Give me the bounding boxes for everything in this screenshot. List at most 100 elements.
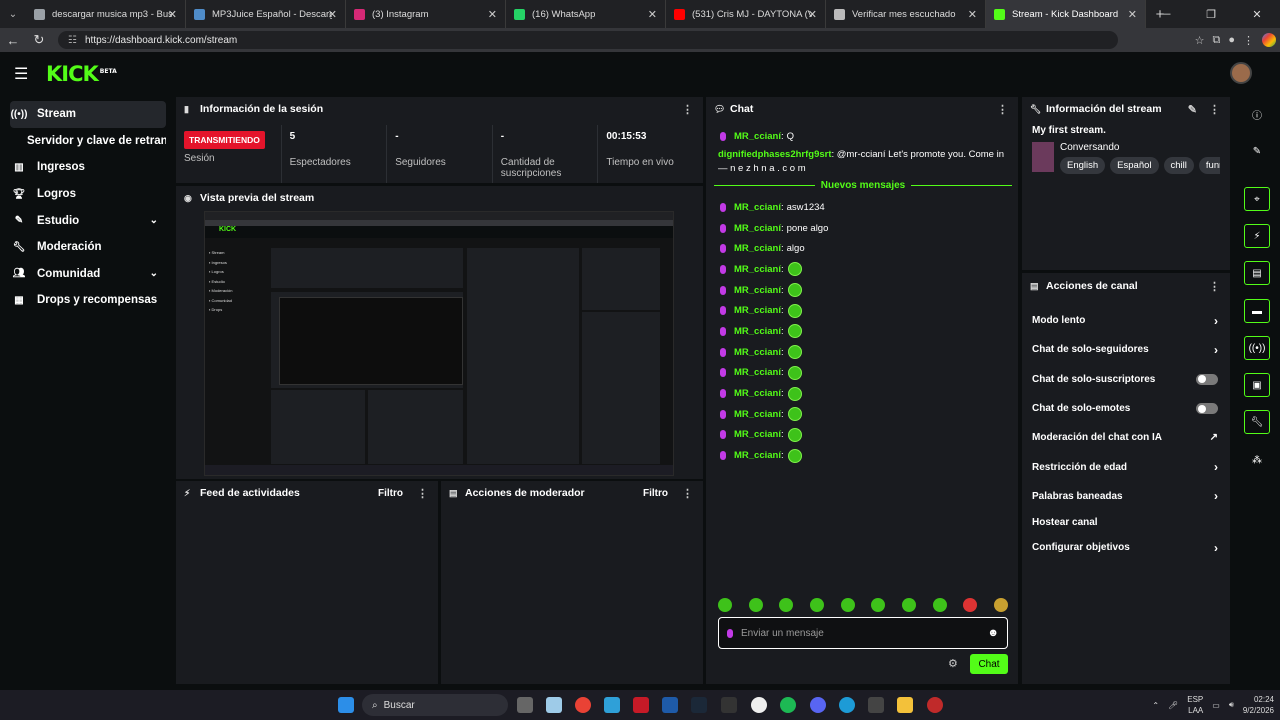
- discord-icon[interactable]: [810, 697, 826, 713]
- windows-start-icon[interactable]: [338, 697, 354, 713]
- more-options-icon[interactable]: ⋮: [1209, 280, 1220, 293]
- emote-icon[interactable]: [963, 598, 978, 612]
- browser-tab[interactable]: (16) WhatsApp ✕: [506, 0, 666, 28]
- sidebar-item-moderacion[interactable]: 🔧︎ Moderación: [10, 234, 166, 261]
- chevron-up-icon[interactable]: ⌃: [1152, 701, 1159, 710]
- user-avatar[interactable]: [1230, 62, 1252, 84]
- sidebar-item-comunidad[interactable]: 👥︎ Comunidad ⌄: [10, 261, 166, 288]
- epic-games-icon[interactable]: [721, 697, 737, 713]
- extensions-icon[interactable]: ⧉: [1212, 34, 1220, 47]
- volume-icon[interactable]: 🔊︎: [1229, 700, 1234, 710]
- close-window-icon[interactable]: ✕: [1234, 0, 1280, 28]
- browser-tab[interactable]: descargar musica mp3 - Buscar co✕: [26, 0, 186, 28]
- tag[interactable]: funny: [1198, 157, 1220, 174]
- close-tab-icon[interactable]: ✕: [1128, 8, 1137, 21]
- chat-username[interactable]: MR_ccianí: [734, 367, 781, 378]
- sidebar-item-logros[interactable]: 🏆︎ Logros: [10, 181, 166, 208]
- clock[interactable]: 02:24 9/2/2026: [1243, 694, 1274, 716]
- action-followers-only[interactable]: Chat de solo-seguidores ›: [1022, 335, 1230, 364]
- reload-icon[interactable]: ↻: [26, 32, 52, 48]
- browser-tab[interactable]: Verificar mes escuchado ✕: [826, 0, 986, 28]
- emote-icon[interactable]: [901, 598, 916, 612]
- app-icon[interactable]: [662, 697, 678, 713]
- chat-username[interactable]: MR_ccianí: [734, 409, 781, 420]
- edit-pencil-icon[interactable]: ✎: [1188, 103, 1197, 116]
- action-banned-words[interactable]: Palabras baneadas ›: [1022, 482, 1230, 511]
- tag[interactable]: chill: [1163, 157, 1194, 174]
- close-tab-icon[interactable]: ✕: [808, 8, 817, 21]
- bookmark-star-icon[interactable]: ☆: [1195, 34, 1205, 47]
- emote-icon[interactable]: [809, 598, 824, 612]
- close-tab-icon[interactable]: ✕: [488, 8, 497, 21]
- emotes-only-toggle[interactable]: [1196, 403, 1218, 415]
- sidebar-item-ingresos[interactable]: ▥ Ingresos: [10, 154, 166, 181]
- site-info-icon[interactable]: ☷: [68, 35, 77, 46]
- action-configure-goals[interactable]: Configurar objetivos ›: [1022, 533, 1230, 562]
- chat-username[interactable]: MR_ccianí: [734, 326, 781, 337]
- network-icon[interactable]: ▭: [1212, 701, 1220, 710]
- chat-bubble-icon[interactable]: ▬: [1244, 299, 1270, 323]
- sidebar-item-estudio[interactable]: ✎ Estudio ⌄: [10, 207, 166, 234]
- bolt-icon[interactable]: ⚡︎: [1244, 224, 1270, 248]
- more-options-icon[interactable]: ⋮: [682, 487, 693, 500]
- spotify-icon[interactable]: [780, 697, 796, 713]
- more-options-icon[interactable]: ⋮: [682, 103, 693, 116]
- target-icon[interactable]: ⌖: [1244, 187, 1270, 211]
- action-age-restriction[interactable]: Restricción de edad ›: [1022, 452, 1230, 481]
- wrench-icon[interactable]: 🔧︎: [1244, 410, 1270, 434]
- photos-icon[interactable]: [604, 697, 620, 713]
- document-icon[interactable]: ▤: [1244, 261, 1270, 285]
- url-input[interactable]: ☷ https://dashboard.kick.com/stream: [58, 31, 1118, 49]
- stream-preview-video[interactable]: KICK ▪ Stream ▪ Ingresos ▪ Logros ▪ Estudio…: [204, 211, 674, 476]
- emote-icon[interactable]: [993, 598, 1008, 612]
- gemini-icon[interactable]: [1262, 33, 1276, 47]
- action-host-channel[interactable]: Hostear canal: [1022, 511, 1230, 533]
- send-chat-button[interactable]: Chat: [970, 654, 1008, 674]
- taskbar-search[interactable]: ⌕ Buscar: [362, 694, 508, 716]
- browser-tab[interactable]: (3) Instagram ✕: [346, 0, 506, 28]
- chat-username[interactable]: MR_ccianí: [734, 243, 781, 254]
- profile-icon[interactable]: ●: [1228, 34, 1235, 46]
- emoji-picker-icon[interactable]: ☻: [987, 627, 999, 639]
- filter-button[interactable]: Filtro: [643, 488, 668, 499]
- chat-username[interactable]: MR_ccianí: [734, 347, 781, 358]
- chat-username[interactable]: MR_ccianí: [734, 202, 781, 213]
- emote-icon[interactable]: [718, 598, 732, 612]
- chat-username[interactable]: MR_ccianí: [734, 388, 781, 399]
- emote-icon[interactable]: [748, 598, 763, 612]
- app-icon[interactable]: [927, 697, 943, 713]
- chat-settings-icon[interactable]: ⚙: [948, 657, 958, 670]
- emote-icon[interactable]: [932, 598, 947, 612]
- back-icon[interactable]: ←: [0, 33, 26, 48]
- chat-username[interactable]: dignifiedphases2hrfg9srt: [718, 149, 832, 160]
- emote-icon[interactable]: [871, 598, 886, 612]
- steam-icon[interactable]: [691, 697, 707, 713]
- browser-tab-active[interactable]: Stream - Kick Dashboard ✕: [986, 0, 1146, 28]
- action-slow-mode[interactable]: Modo lento ›: [1022, 306, 1230, 335]
- menu-icon[interactable]: ⋮: [1243, 34, 1254, 47]
- chat-username[interactable]: MR_ccianí: [734, 223, 781, 234]
- file-explorer-icon[interactable]: [897, 697, 913, 713]
- close-tab-icon[interactable]: ✕: [648, 8, 657, 21]
- more-options-icon[interactable]: ⋮: [1209, 103, 1220, 116]
- close-tab-icon[interactable]: ✕: [968, 8, 977, 21]
- emote-icon[interactable]: [779, 598, 794, 612]
- maximize-icon[interactable]: ❐: [1188, 0, 1234, 28]
- chrome-icon[interactable]: [575, 697, 591, 713]
- chat-username[interactable]: MR_ccianí: [734, 305, 781, 316]
- chat-message-input[interactable]: Enviar un mensaje ☻: [718, 617, 1008, 649]
- notepad-icon[interactable]: [546, 697, 562, 713]
- stream-category[interactable]: Conversando: [1032, 142, 1220, 153]
- edge-icon[interactable]: [839, 697, 855, 713]
- apps-icon[interactable]: ⁂: [1244, 448, 1270, 472]
- filter-button[interactable]: Filtro: [378, 488, 403, 499]
- browser-tab[interactable]: MP3Juice Español - Descargador d✕: [186, 0, 346, 28]
- amd-icon[interactable]: [633, 697, 649, 713]
- keyboard-language[interactable]: ESP LAA: [1187, 694, 1203, 716]
- minimize-icon[interactable]: —: [1142, 0, 1188, 28]
- layout-icon[interactable]: ▣: [1244, 373, 1270, 397]
- subscribers-only-toggle[interactable]: [1196, 373, 1218, 385]
- more-options-icon[interactable]: ⋮: [997, 103, 1008, 116]
- browser-tab[interactable]: (531) Cris MJ - DAYTONA (Video O✕: [666, 0, 826, 28]
- sidebar-item-server-key[interactable]: Servidor y clave de retransmisión: [10, 128, 166, 155]
